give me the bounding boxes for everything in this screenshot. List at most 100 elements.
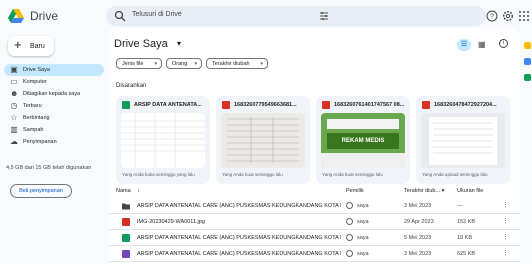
filter-label: Terakhir diubah (212, 61, 250, 67)
sidebar-item-label: Drive Saya (23, 67, 50, 73)
new-button[interactable]: + Baru (8, 36, 54, 56)
buy-storage-label: Beli penyimpanan (19, 188, 63, 194)
grid-view-icon[interactable]: ▦ (478, 40, 486, 49)
sidebar-item-recent[interactable]: ◷ Terbaru (4, 100, 104, 112)
trash-icon: ▥ (10, 125, 18, 134)
drive-logo-icon[interactable] (8, 9, 24, 23)
card-subtitle: Yang Anda buat seminggu lalu (222, 172, 283, 177)
suggested-card[interactable]: ARSIP DATA ANTENATA... Yang Anda buka se… (116, 96, 210, 184)
buy-storage-button[interactable]: Beli penyimpanan (10, 184, 72, 198)
more-options-icon[interactable]: ⋮ (502, 249, 509, 257)
column-header-name[interactable]: Nama ↓ (116, 188, 140, 194)
sidebar-item-storage[interactable]: ☁ Penyimpanan (4, 136, 104, 148)
column-label: Terakhir diub... (404, 188, 441, 194)
more-options-icon[interactable]: ⋮ (502, 233, 509, 241)
sidebar: + Baru ▣ Drive Saya ▭ Komputer ☻ Dibagik… (0, 34, 108, 264)
settings-icon[interactable] (502, 10, 514, 22)
filter-last-modified[interactable]: Terakhir diubah ▾ (206, 58, 268, 69)
sheets-icon (122, 101, 130, 109)
page-title[interactable]: Drive Saya (114, 38, 168, 50)
info-icon[interactable]: i (499, 39, 508, 48)
sidebar-item-computers[interactable]: ▭ Komputer (4, 76, 104, 88)
file-size: 152 KB (457, 219, 476, 225)
my-drive-icon: ▣ (10, 65, 18, 74)
image-icon (122, 218, 130, 226)
chevron-down-icon: ▾ (154, 61, 157, 67)
sidebar-item-my-drive[interactable]: ▣ Drive Saya (4, 64, 104, 76)
chevron-down-icon[interactable]: ▾ (177, 39, 181, 48)
column-label: Nama (116, 188, 131, 194)
file-modified: 3 Mei 2023 (404, 251, 432, 257)
tasks-icon[interactable] (524, 74, 531, 81)
image-icon (322, 101, 330, 109)
more-options-icon[interactable]: ⋮ (502, 217, 509, 225)
list-view-toggle[interactable]: ☰ (457, 39, 471, 51)
file-size: 625 KB (457, 251, 476, 257)
file-size: — (457, 203, 463, 209)
sidebar-item-label: Sampah (23, 127, 44, 133)
table-row[interactable]: IMG-20230429-WA0011.jpg saya 29 Apr 2023… (108, 214, 520, 230)
table-row[interactable]: ARSIP DATA ANTENATAL CARE (ANC) PUSKESMA… (108, 246, 520, 262)
file-name: ARSIP DATA ANTENATAL CARE (ANC) PUSKESMA… (137, 203, 341, 209)
star-icon: ☆ (10, 113, 18, 122)
file-size: 19 KB (457, 235, 472, 241)
suggested-label: Disarankan (116, 83, 147, 89)
suggested-card[interactable]: 1683260761401747567 08... REKAM MEDIS Ya… (316, 96, 410, 184)
help-icon[interactable]: ? (486, 10, 498, 22)
sidebar-item-label: Berbintang (23, 115, 50, 121)
image-icon (222, 101, 230, 109)
image-icon (422, 101, 430, 109)
table-row[interactable]: ARSIP DATA ANTENATAL CARE (ANC) PUSKESMA… (108, 230, 520, 246)
thumbnail-text: REKAM MEDIS (341, 138, 385, 144)
card-title: 1683260761401747567 08... (334, 102, 405, 108)
new-button-label: Baru (30, 43, 45, 50)
suggested-card[interactable]: 1683260779549663681... Yang Anda buat se… (216, 96, 310, 184)
filter-label: Jenis file (122, 61, 144, 67)
column-header-owner[interactable]: Pemilik (346, 188, 364, 194)
plus-icon: + (14, 37, 22, 52)
file-owner: saya (357, 235, 369, 241)
sidebar-item-starred[interactable]: ☆ Berbintang (4, 112, 104, 124)
keep-icon[interactable] (524, 58, 531, 65)
sidebar-item-label: Komputer (23, 79, 47, 85)
column-header-size[interactable]: Ukuran file (457, 188, 483, 194)
filter-people[interactable]: Orang ▾ (166, 58, 202, 69)
chevron-down-icon: ▾ (441, 188, 445, 194)
chevron-down-icon: ▾ (194, 61, 197, 67)
filter-file-type[interactable]: Jenis file ▾ (116, 58, 162, 69)
forms-icon (122, 250, 130, 258)
sheets-icon (122, 234, 130, 242)
file-thumbnail (221, 113, 305, 168)
table-row[interactable]: ARSIP DATA ANTENATAL CARE (ANC) PUSKESMA… (108, 198, 520, 214)
more-options-icon[interactable]: ⋮ (502, 201, 509, 209)
suggested-card[interactable]: 1683260478472927204... Yang Anda upload … (416, 96, 510, 184)
search-input[interactable]: Telusuri di Drive (132, 11, 182, 18)
chevron-down-icon: ▾ (260, 61, 263, 67)
avatar (346, 218, 353, 225)
search-bar[interactable]: Telusuri di Drive (106, 6, 486, 26)
file-name: ARSIP DATA ANTENATAL CARE (ANC) PUSKESMA… (137, 235, 341, 241)
calendar-icon[interactable] (524, 42, 531, 49)
avatar (346, 250, 353, 257)
storage-usage-text: 4,5 GB dari 15 GB telah digunakan (6, 165, 92, 171)
file-thumbnail (121, 113, 205, 168)
arrow-down-icon[interactable]: ↓ (137, 188, 140, 194)
apps-icon[interactable] (518, 10, 530, 22)
file-owner: saya (357, 203, 369, 209)
tune-icon[interactable] (319, 11, 329, 21)
sidebar-item-label: Penyimpanan (23, 139, 57, 145)
file-owner: saya (357, 251, 369, 257)
card-title: 1683260779549663681... (234, 102, 297, 108)
file-modified: 29 Apr 2023 (404, 219, 434, 225)
card-title: ARSIP DATA ANTENATA... (134, 102, 202, 108)
avatar (346, 234, 353, 241)
sidebar-item-trash[interactable]: ▥ Sampah (4, 124, 104, 136)
search-icon[interactable] (114, 10, 126, 22)
computer-icon: ▭ (10, 77, 18, 86)
svg-text:?: ? (490, 14, 494, 21)
sidebar-item-shared[interactable]: ☻ Dibagikan kepada saya (4, 88, 104, 100)
column-header-modified[interactable]: Terakhir diub... ▾ (404, 188, 444, 194)
sidebar-item-label: Dibagikan kepada saya (23, 91, 81, 97)
avatar (346, 202, 353, 209)
clock-icon: ◷ (10, 101, 18, 110)
